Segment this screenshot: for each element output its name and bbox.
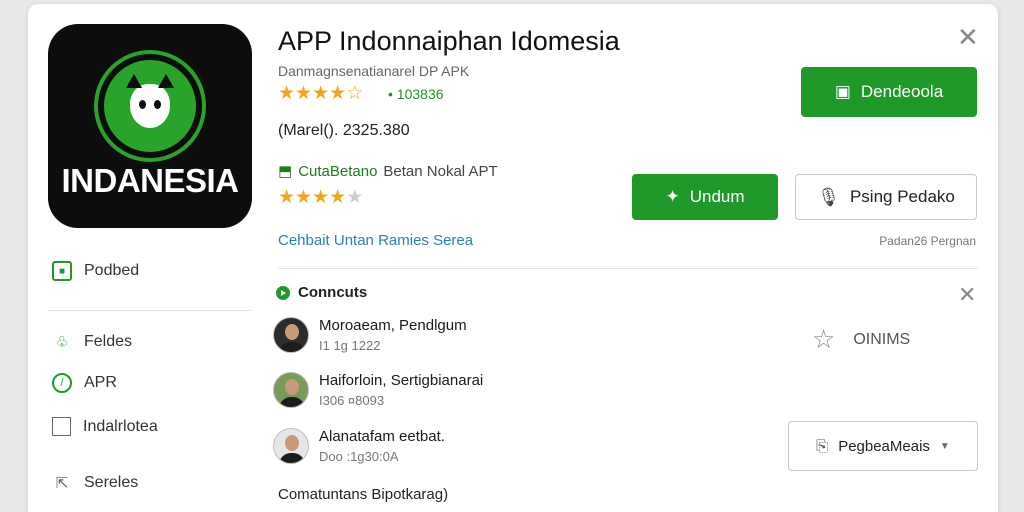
app-title: APP Indonnaiphan Idomesia [278,26,620,56]
sidebar-item-label: Podbed [84,262,140,279]
mascot-icon [126,74,174,128]
mascot-eye [139,100,146,109]
pesan-button-label: Psing Pedako [849,187,955,206]
more-dropdown-button[interactable]: ⎘ PegbeaMeais ▼ [788,421,978,471]
sidebar-item-feldes[interactable]: ♧ Feldes [52,332,132,352]
app-subtitle: Danmagnsenatianarel DP APK [278,63,470,79]
rating-count-value: 103836 [396,86,444,102]
star-icon: ★ [329,187,347,208]
comment-author: Moroaeam, Pendlgum [319,317,467,334]
share-icon: ⇱ [55,475,69,492]
more-info-link[interactable]: Cehbait Untan Ramies Serea [278,232,473,249]
avatar [273,372,309,408]
download-button[interactable]: ▣ Dendeoola [801,67,977,117]
mascot-ear-icon [126,74,142,88]
star-icon: ★ [278,187,296,208]
comment-item[interactable]: Moroaeam, Pendlgum I1 1g 1222 [273,317,467,353]
star-empty-icon: ★ [346,187,364,208]
sidebar-item-podbed[interactable]: ■ Podbed [52,261,139,281]
rating-stars: ★★★★☆ [278,82,363,105]
comment-meta: Doo :1g30:0A [319,449,399,464]
clock-icon: / [52,373,72,393]
avatar [273,428,309,464]
microphone-icon: 🎙︎ [817,186,840,207]
star-icon: ★ [295,83,313,104]
category-label[interactable]: CutaBetano [298,163,377,180]
app-icon: INDANESIA [48,24,252,228]
category-detail: Betan Nokal APT [383,162,498,180]
app-icon-text: INDANESIA [61,162,239,199]
category-line: ⬒ CutaBetano Betan Nokal APT [278,162,498,181]
checkbox-icon[interactable] [52,417,71,436]
avatar [273,317,309,353]
box-icon: ■ [52,261,72,281]
size-line: (Marel(). 2325.380 [278,122,410,139]
unduh-button-label: Undum [689,187,745,206]
sidebar-item-label: APR [84,374,117,391]
star-icon: ★ [312,187,330,208]
star-outline-icon[interactable]: ☆ [812,324,835,355]
comments-header: Conncuts [276,284,367,301]
close-comments-icon[interactable]: ✕ [958,282,976,308]
pesan-button[interactable]: 🎙︎ Psing Pedako [795,174,977,220]
play-icon [276,285,290,300]
mascot-ear-icon [158,74,174,88]
sidebar-divider [48,310,252,311]
comment-item[interactable]: Haiforloin, Sertigbianarai I306 ¤8093 [273,372,483,408]
sidebar-item-indalrlotea[interactable]: Indalrlotea [52,417,158,436]
comments-title: Conncuts [298,284,368,301]
logo-ring [98,54,202,158]
star-icon: ★ [329,83,347,104]
download-button-label: Dendeoola [860,82,944,101]
star-icon: ★ [295,187,313,208]
star-icon: ★ [312,83,330,104]
comments-footer: Comatuntans Bipotkarag) [278,486,449,503]
leaf-icon: ♧ [55,334,69,351]
half-star-icon: ☆ [346,83,364,104]
sparkle-icon: ✦ [665,187,680,206]
favorite-label: OINIMS [853,330,911,348]
more-dropdown-label: PegbeaMeais [838,437,930,455]
comment-author: Haiforloin, Sertigbianarai [319,372,484,389]
comment-meta: I306 ¤8093 [319,393,385,408]
sidebar-item-sereles[interactable]: ⇱ Sereles [52,473,139,493]
comment-meta: I1 1g 1222 [319,338,381,353]
unduh-button[interactable]: ✦ Undum [632,174,778,220]
category-icon: ⬒ [278,163,293,180]
sidebar-item-label: Feldes [84,333,133,350]
section-divider [278,268,978,269]
comment-item[interactable]: Alanatafam eetbat. Doo :1g30:0A [273,428,445,464]
close-icon[interactable]: ✕ [957,22,979,53]
chevron-down-icon: ▼ [939,440,950,452]
sidebar-item-label: Indalrlotea [83,417,158,435]
favorite-control[interactable]: ☆ OINIMS [812,324,910,355]
download-icon: ▣ [834,82,851,101]
small-note: Padan26 Pergnan [879,234,976,248]
sidebar-item-apr[interactable]: / APR [52,373,117,393]
sidebar-item-label: Sereles [84,474,139,491]
rating-stars-secondary: ★★★★★ [278,186,363,209]
star-icon: ★ [278,83,296,104]
rating-count: • 103836 [388,86,444,102]
comment-author: Alanatafam eetbat. [319,428,445,445]
mascot-eye [154,100,161,109]
document-icon: ⎘ [816,437,829,455]
